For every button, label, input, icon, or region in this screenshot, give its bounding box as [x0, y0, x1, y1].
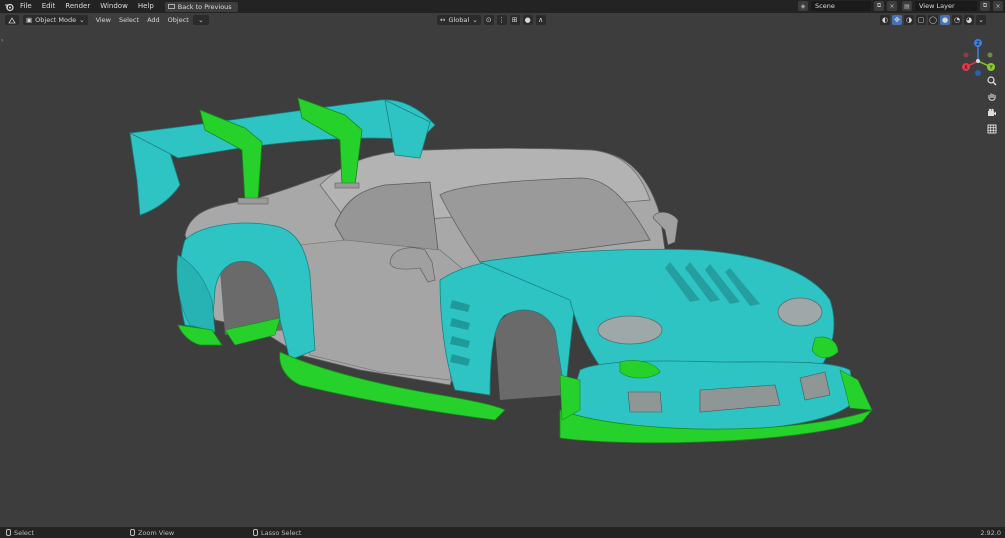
camera-icon[interactable]: [986, 107, 998, 119]
menu-file[interactable]: File: [15, 0, 37, 13]
view-layer-delete-icon[interactable]: ×: [993, 1, 1003, 11]
material-shading-icon[interactable]: ◔: [952, 15, 962, 25]
scene-delete-icon[interactable]: ×: [887, 1, 897, 11]
mouse-left-icon: [6, 529, 11, 536]
mouse-middle-icon: [130, 529, 135, 536]
menu-render[interactable]: Render: [60, 0, 95, 13]
status-lasso-select: Lasso Select: [253, 529, 301, 537]
mouse-right-icon: [253, 529, 258, 536]
x-axis-label: X: [964, 65, 968, 71]
falloff-icon[interactable]: ∧: [535, 15, 546, 25]
object-mode-label: Object Mode: [35, 16, 77, 24]
editor-type-icon[interactable]: [5, 15, 19, 25]
transform-orientation-label: Global: [448, 16, 470, 24]
status-select-label: Select: [14, 528, 35, 537]
blender-logo-icon[interactable]: [3, 1, 15, 13]
chevron-down-icon: ⌄: [472, 16, 478, 24]
menu-help[interactable]: Help: [133, 0, 159, 13]
status-select: Select: [6, 529, 34, 537]
snap-icon[interactable]: ⋮: [496, 15, 507, 25]
shading-dropdown-icon[interactable]: ⌄: [976, 15, 986, 25]
proportional-edit-icon[interactable]: ●: [522, 15, 533, 25]
scene-browse-icon[interactable]: ◈: [798, 1, 808, 11]
menu-edit[interactable]: Edit: [37, 0, 61, 13]
visibility-icon[interactable]: ◐: [880, 15, 890, 25]
view-layer-selector: ▤ View Layer ⧉ ×: [902, 1, 1003, 11]
back-to-previous-label: Back to Previous: [177, 2, 232, 11]
chevron-down-icon: ⌄: [79, 16, 85, 24]
viewport-header: ▣ Object Mode ⌄ View Select Add Object ⌄…: [0, 13, 1005, 27]
object-mode-dropdown[interactable]: ▣ Object Mode ⌄: [23, 15, 88, 25]
car-model[interactable]: [0, 13, 1005, 527]
object-mode-icon: ▣: [26, 16, 33, 24]
top-menu-bar: File Edit Render Window Help Back to Pre…: [0, 0, 1005, 13]
scene-name-field[interactable]: Scene: [811, 1, 871, 11]
grid-ortho-icon[interactable]: [986, 123, 998, 135]
overlay-icon[interactable]: ◑: [904, 15, 914, 25]
status-zoom-view: Zoom View: [130, 529, 174, 537]
rendered-shading-icon[interactable]: ◕: [964, 15, 974, 25]
gizmo-toggle-icon[interactable]: ✥: [892, 15, 902, 25]
screen-icon: [167, 3, 175, 9]
extra-dropdown[interactable]: ⌄: [192, 15, 209, 25]
menu-select[interactable]: Select: [115, 14, 143, 26]
shading-tools: ◐ ✥ ◑ ▢ ◯ ● ◔ ◕ ⌄: [880, 15, 986, 25]
status-lasso-select-label: Lasso Select: [261, 528, 302, 537]
xray-icon[interactable]: ▢: [916, 15, 926, 25]
pivot-point-icon[interactable]: ⊙: [483, 15, 494, 25]
z-axis-label: Z: [976, 41, 980, 47]
orientation-icon: ↔: [440, 16, 446, 24]
version-label: 2.92.0: [980, 528, 1001, 537]
scene-selector: ◈ Scene ⧉ ×: [798, 1, 897, 11]
menu-object[interactable]: Object: [164, 14, 193, 26]
status-zoom-view-label: Zoom View: [138, 528, 175, 537]
hand-pan-icon[interactable]: [986, 91, 998, 103]
snap-target-icon[interactable]: ⊞: [509, 15, 520, 25]
transform-orientation-dropdown[interactable]: ↔ Global ⌄: [437, 15, 481, 25]
toolbar-toggle-icon[interactable]: ›: [1, 37, 5, 45]
zoom-icon[interactable]: [986, 75, 998, 87]
status-bar: Select Zoom View Lasso Select 2.92.0: [0, 527, 1005, 538]
view-layer-new-icon[interactable]: ⧉: [980, 1, 990, 11]
back-to-previous-button[interactable]: Back to Previous: [164, 1, 238, 12]
menu-view[interactable]: View: [92, 14, 115, 26]
scene-new-icon[interactable]: ⧉: [874, 1, 884, 11]
transform-tools: ↔ Global ⌄ ⊙ ⋮ ⊞ ● ∧: [437, 15, 546, 25]
navigation-gizmo[interactable]: Z Y X: [958, 35, 998, 79]
menu-add[interactable]: Add: [143, 14, 164, 26]
3d-viewport[interactable]: ▣ Object Mode ⌄ View Select Add Object ⌄…: [0, 13, 1005, 527]
wireframe-shading-icon[interactable]: ◯: [928, 15, 938, 25]
view-layer-name-field[interactable]: View Layer: [915, 1, 977, 11]
view-layer-browse-icon[interactable]: ▤: [902, 1, 912, 11]
solid-shading-icon[interactable]: ●: [940, 15, 950, 25]
menu-window[interactable]: Window: [95, 0, 133, 13]
